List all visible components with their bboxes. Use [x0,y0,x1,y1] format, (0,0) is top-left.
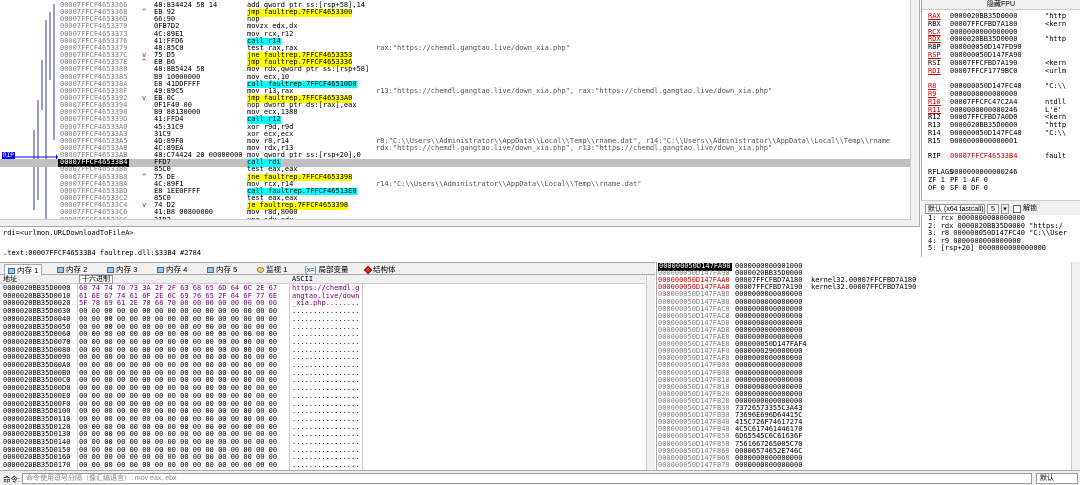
register-name: RDI [928,66,941,75]
register-comment: "C:\\ [1045,129,1067,137]
tab-label: 内存 2 [66,265,88,274]
tab-8[interactable]: 结构体 [362,264,399,275]
registers-pane[interactable]: 隐藏FPU RAX 0000020BB35D0000 "http RBX 00007FF… [921,0,1080,213]
tab-3[interactable]: 内存 3 [104,264,140,275]
register-name: RIP [928,152,941,161]
disassembly-pane[interactable]: RIP 00007FFCF4653366 48:834424 58 14 add q… [0,0,920,226]
dump-col-address[interactable]: 地址 [3,275,17,284]
calling-convention-select[interactable]: 默认 (x64 fastcall) [925,204,985,214]
info-line-2: .text:00007FFCF46533B4 faultrep.dll:$33B… [3,249,202,257]
tab-5[interactable]: 内存 5 [204,264,240,275]
struct-icon [363,265,373,275]
memory-icon [207,267,214,274]
memory-icon [57,267,64,274]
disasm-vscrollbar[interactable] [910,0,919,226]
tab-label: 局部变量 [318,265,349,274]
tab-label: 内存 3 [116,265,138,274]
call-arg-row[interactable]: 5: [rsp+20] 0000000000000000 [922,244,1080,253]
tab-4[interactable]: 内存 4 [154,264,190,275]
call-args-pane[interactable]: 1: rcx 0000000000000000 2: rdx 0000020BB3… [921,215,1080,257]
register-comment: fault [1045,152,1067,161]
register-row[interactable]: RIP 00007FFCF46533B4 fault [928,153,1078,161]
memory-icon [107,267,114,274]
arg-count-spinner[interactable]: ▾ [1001,204,1009,214]
register-name: OF 0 [928,183,945,192]
tab-label: 内存 4 [166,265,188,274]
memory-icon [157,267,164,274]
info-pane: rdi=<urlmon.URLDownloadToFileA> .text:00… [0,226,920,263]
tab-label: 内存 5 [216,265,238,274]
register-comment: <kern [1045,19,1067,28]
register-row[interactable]: R15 0000000000000001 [928,136,1078,146]
info-line-1: rdi=<urlmon.URLDownloadToFileA> [3,229,134,237]
stack-vscrollbar[interactable] [1071,262,1080,470]
register-value: 00007FFCF1779BC0 [950,66,1018,75]
register-comment: <urlm [1045,66,1067,75]
disasm-hscrollbar[interactable] [0,219,911,226]
dump-tabbar: 内存 1 内存 2 内存 3 内存 4 内存 5 监视 1 [x=] 局部变量 结构体 [0,262,655,275]
command-bar: 命令: 命令使用逗号分隔（像汇编语言）: mov eax, ebx 默认 [0,470,1080,485]
register-value: 00007FFCF46533B4 [950,152,1018,161]
hide-fpu-button[interactable]: 隐藏FPU [922,0,1080,10]
dump-col-ascii[interactable]: ASCII [292,275,313,284]
register-value: 0000000000000001 [950,136,1018,145]
unlock-checkbox[interactable] [1013,205,1021,213]
dump-vscrollbar[interactable] [646,275,655,470]
register-value: SF 0 DF 0 [950,183,988,192]
tab-label: 结构体 [373,265,396,274]
tab-label: 内存 1 [17,266,39,275]
register-row[interactable]: OF 0 SF 0 DF 0 [928,183,1078,193]
command-input[interactable]: 命令使用逗号分隔（像汇编语言）: mov eax, ebx [22,473,1032,484]
stack-address: 000000050D147FB70 [658,460,730,469]
locals-icon: [x=] [305,266,317,274]
dump-col-hex[interactable]: 十六进制 [79,275,113,284]
arg-rows: 1: rcx 0000000000000000 2: rdx 0000020BB3… [922,215,1080,253]
tab-1[interactable]: 内存 1 [4,264,43,275]
tab-6[interactable]: 监视 1 [254,264,290,275]
command-label: 命令: [3,475,21,484]
command-mode-select[interactable]: 默认 [1036,473,1078,484]
arg-count-input[interactable]: 5 [987,204,999,214]
calling-convention-bar: 默认 (x64 fastcall) 5 ▾ 解锁 [921,200,1080,215]
memory-dump-pane[interactable]: 地址 十六进制 ASCII 0000020BB35D0000 68 74 74 7… [0,275,655,470]
stack-row[interactable]: 000000050D147FB70 0000000000000000 [657,460,1071,470]
watch-icon [257,267,264,274]
dump-header: 地址 十六进制 ASCII [0,275,645,284]
register-comment: "http [1045,35,1067,44]
register-comment: "C:\\ [1045,82,1067,91]
register-row[interactable]: RDI 00007FFCF1779BC0 <urlm [928,66,1078,76]
stack-pane[interactable]: 000000050D147FA90 0000000000001000 0000000… [656,262,1080,470]
register-name: R15 [928,136,941,145]
stack-value: 0000000000000000 [735,460,803,469]
tab-2[interactable]: 内存 2 [54,264,90,275]
unlock-label: 解锁 [1023,205,1037,212]
memory-icon [8,268,15,275]
tab-label: 监视 1 [266,265,288,274]
tab-7[interactable]: [x=] 局部变量 [302,264,351,275]
